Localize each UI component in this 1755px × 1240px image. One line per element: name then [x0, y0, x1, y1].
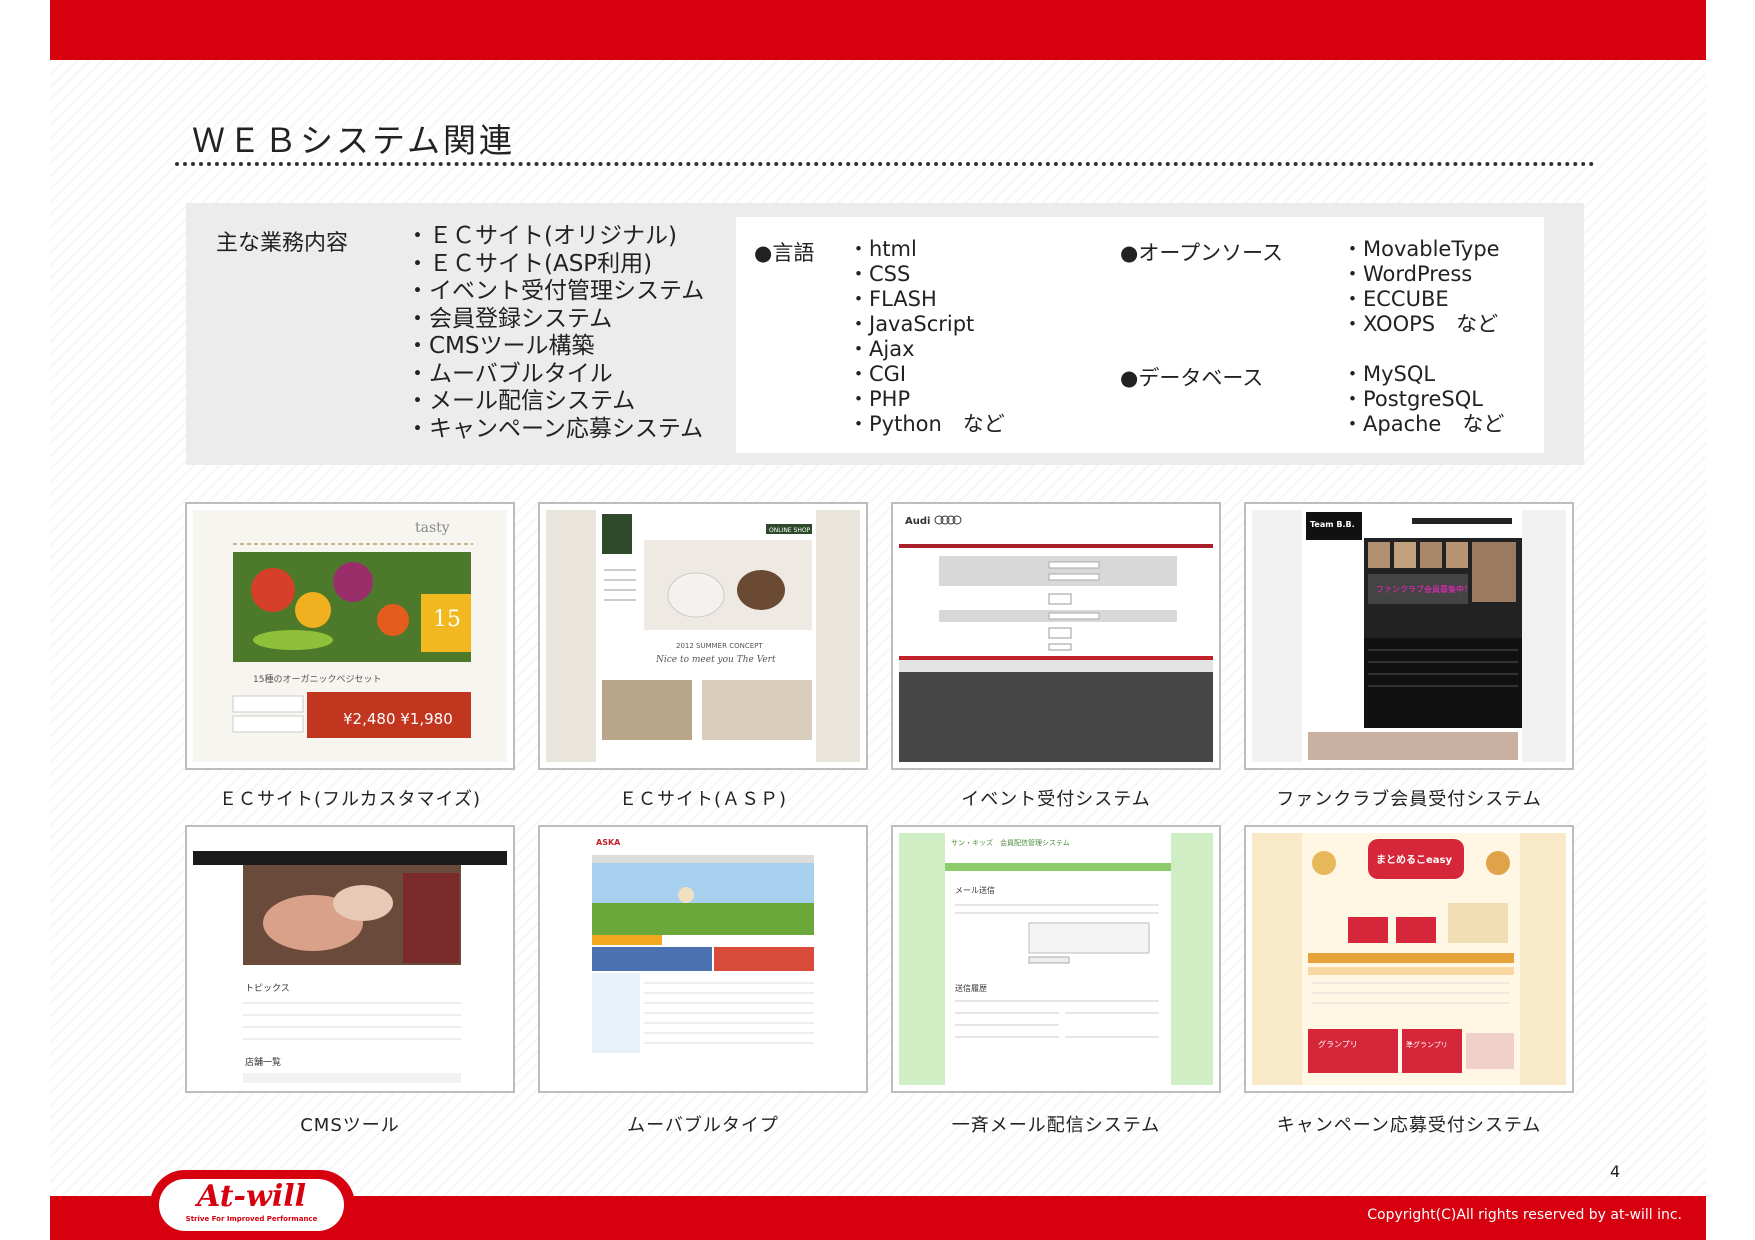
fanclub-thumbnail: Team B.B. ファンクラブ会員募集中！: [1252, 510, 1566, 762]
list-item: ・XOOPS など: [1342, 312, 1499, 336]
caption-fanclub: ファンクラブ会員受付システム: [1276, 789, 1542, 810]
grand-prize-text: グランプリ: [1318, 1039, 1358, 1049]
concept-heading: 2012 SUMMER CONCEPT: [676, 642, 763, 650]
list-item: ・ECCUBE: [1342, 287, 1449, 311]
list-item: ・ムーバブルタイル: [406, 360, 613, 387]
tech-box: ●言語 ・html ・CSS ・FLASH ・JavaScript ・Ajax …: [736, 217, 1544, 453]
database-list: ・MySQL ・PostgreSQL ・Apache など: [1342, 362, 1504, 437]
list-item: ・html: [848, 237, 917, 261]
list-item: ・イベント受付管理システム: [406, 278, 705, 304]
screenshot-fanclub: Team B.B. ファンクラブ会員募集中！: [1244, 502, 1574, 770]
fanclub-logo: Team B.B.: [1310, 520, 1355, 529]
list-item: ・Python など: [848, 412, 1005, 436]
page-title: ＷＥＢシステム関連: [192, 121, 516, 160]
ec-custom-thumbnail: tasty 15 15種のオーガニックベジセット ¥2,480 ¥1,980: [193, 510, 507, 762]
database-heading: ●データベース: [1120, 366, 1264, 390]
concept-script: Nice to meet you The Vert: [655, 655, 776, 665]
caption-cms: CMSツール: [300, 1115, 400, 1136]
list-item: ・会員登録システム: [406, 305, 613, 332]
caption-ec-asp: ＥＣサイト(ＡＳＰ): [618, 789, 788, 810]
list-item: ・PostgreSQL: [1342, 387, 1483, 411]
screenshot-cms: トピックス 店舗一覧: [185, 825, 515, 1093]
title-divider: [175, 162, 1595, 166]
caption-ec-custom: ＥＣサイト(フルカスタマイズ): [219, 789, 481, 810]
banner-text: 15種のオーガニックベジセット: [253, 674, 381, 685]
mail-thumbnail: サン・キッズ 会員配信管理システム メール送信 送信履歴: [899, 833, 1213, 1085]
price-text: ¥2,480 ¥1,980: [343, 710, 453, 728]
list-item: ・JavaScript: [848, 312, 975, 336]
list-item: ・FLASH: [848, 287, 937, 311]
top-header-bar: [50, 0, 1706, 60]
languages-list: ・html ・CSS ・FLASH ・JavaScript ・Ajax ・CGI…: [848, 237, 1005, 437]
languages-heading: ●言語: [754, 241, 815, 265]
list-item: ・CSS: [848, 262, 911, 286]
caption-movabletype: ムーバブルタイプ: [627, 1115, 779, 1136]
caption-event: イベント受付システム: [961, 789, 1151, 810]
page-number: 4: [1610, 1162, 1621, 1181]
list-item: ・CMSツール構築: [406, 333, 595, 359]
services-list: ・ＥＣサイト(オリジナル) ・ＥＣサイト(ASP利用) ・イベント受付管理システ…: [406, 223, 704, 443]
badge-number: 15: [433, 607, 461, 632]
topics-heading: トピックス: [245, 983, 290, 994]
list-item: ・WordPress: [1342, 262, 1473, 286]
movabletype-thumbnail: ASKA: [546, 833, 860, 1085]
mail-send-heading: メール送信: [955, 885, 995, 895]
list-item: ・Ajax: [848, 337, 915, 361]
logo-wordmark: At-will: [196, 1179, 307, 1214]
site-logo: tasty: [415, 520, 450, 536]
list-item: ・Apache など: [1342, 412, 1505, 436]
list-item: ・キャンペーン応募システム: [406, 415, 704, 442]
logo-tagline: Strive For Improved Performance: [185, 1215, 318, 1223]
cms-thumbnail: トピックス 店舗一覧: [193, 833, 507, 1085]
list-item: ・ＥＣサイト(オリジナル): [406, 223, 677, 249]
screenshot-ec-custom: tasty 15 15種のオーガニックベジセット ¥2,480 ¥1,980: [185, 502, 515, 770]
services-label: 主な業務内容: [216, 231, 349, 256]
list-item: ・CGI: [848, 362, 907, 386]
company-logo: At-will Strive For Improved Performance: [150, 1170, 355, 1240]
screenshot-event: Audi: [891, 502, 1221, 770]
list-item: ・ＥＣサイト(ASP利用): [406, 250, 653, 277]
ec-asp-thumbnail: ONLINE SHOP 2012 SUMMER CONCEPT Nice to …: [546, 510, 860, 762]
mail-history-heading: 送信履歴: [955, 983, 987, 993]
aska-logo: ASKA: [596, 838, 621, 847]
list-item: ・MovableType: [1342, 237, 1500, 261]
slide: ＷＥＢシステム関連 主な業務内容 ・ＥＣサイト(オリジナル) ・ＥＣサイト(AS…: [50, 0, 1706, 1240]
list-item: ・MySQL: [1342, 362, 1436, 386]
campaign-thumbnail: まとめるこeasy グランプリ 準グランプリ: [1252, 833, 1566, 1085]
caption-campaign: キャンペーン応募受付システム: [1276, 1115, 1542, 1136]
fanclub-promo: ファンクラブ会員募集中！: [1376, 584, 1472, 594]
campaign-title: まとめるこeasy: [1376, 854, 1452, 866]
brand-text: Audi: [905, 516, 930, 527]
copyright-text: Copyright(C)All rights reserved by at-wi…: [1367, 1207, 1682, 1223]
shop-tab: ONLINE SHOP: [769, 527, 811, 534]
info-panel: 主な業務内容 ・ＥＣサイト(オリジナル) ・ＥＣサイト(ASP利用) ・イベント…: [186, 203, 1584, 465]
event-thumbnail: Audi: [899, 510, 1213, 762]
mail-header: サン・キッズ 会員配信管理システム: [951, 838, 1070, 847]
screenshot-movabletype: ASKA: [538, 825, 868, 1093]
store-list-heading: 店舗一覧: [245, 1056, 281, 1068]
opensource-list: ・MovableType ・WordPress ・ECCUBE ・XOOPS な…: [1342, 237, 1500, 337]
list-item: ・PHP: [848, 387, 911, 411]
screenshot-campaign: まとめるこeasy グランプリ 準グランプリ: [1244, 825, 1574, 1093]
logo-inner: At-will Strive For Improved Performance: [159, 1179, 344, 1231]
screenshot-mail: サン・キッズ 会員配信管理システム メール送信 送信履歴: [891, 825, 1221, 1093]
list-item: ・メール配信システム: [406, 388, 636, 414]
caption-mail: 一斉メール配信システム: [951, 1115, 1161, 1136]
second-prize-text: 準グランプリ: [1406, 1040, 1448, 1049]
screenshot-ec-asp: ONLINE SHOP 2012 SUMMER CONCEPT Nice to …: [538, 502, 868, 770]
opensource-heading: ●オープンソース: [1120, 241, 1284, 265]
